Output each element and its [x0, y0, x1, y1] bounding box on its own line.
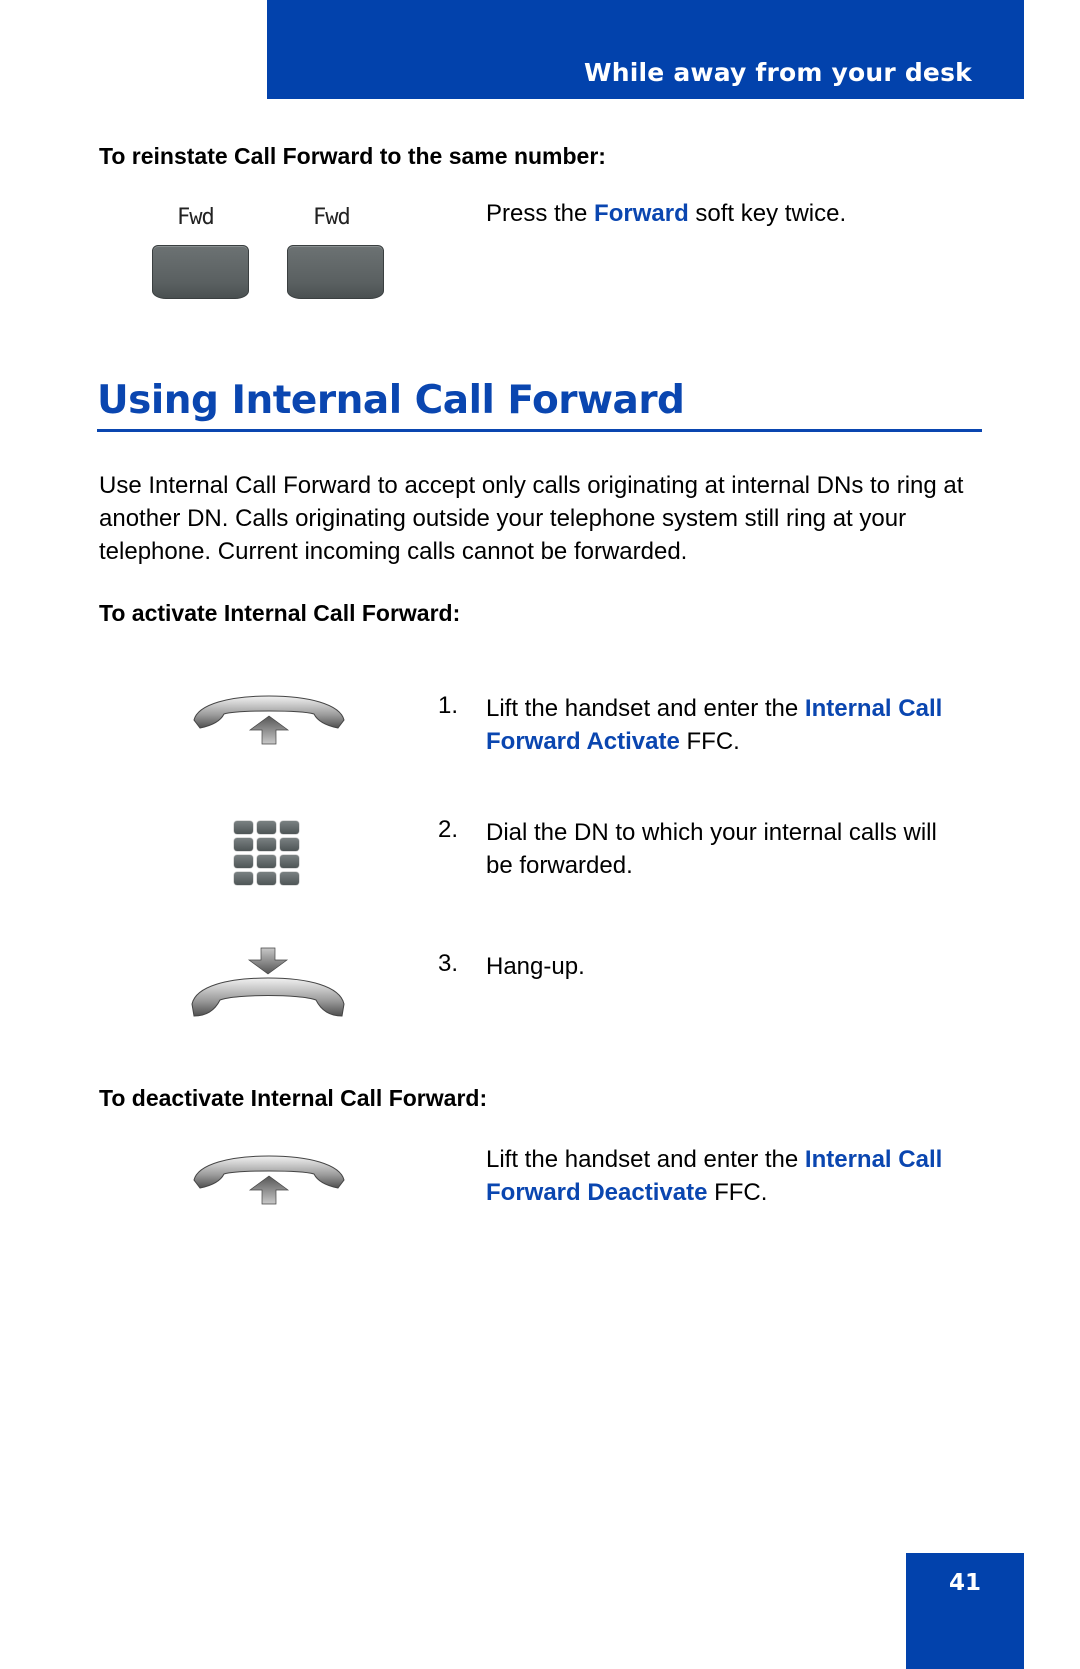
step-text: Dial the DN to which your internal calls…: [486, 819, 937, 879]
dialpad-icon: [234, 821, 299, 885]
section-title: While away from your desk: [583, 58, 972, 87]
step-number: 1.: [438, 692, 459, 719]
softkey-label: Fwd: [313, 205, 351, 230]
reinstate-instruction: Press the Forward soft key twice.: [486, 197, 846, 230]
handset-lift-icon: [193, 1155, 345, 1205]
deactivate-instruction: Lift the handset and enter the Internal …: [486, 1143, 956, 1209]
forward-softkey-icon: [287, 245, 384, 299]
reinstate-heading: To reinstate Call Forward to the same nu…: [99, 143, 606, 169]
page-number-box: 41: [906, 1553, 1024, 1669]
step-text: Lift the handset and enter the Internal …: [486, 692, 956, 758]
step-text-plain: FFC.: [707, 1179, 768, 1206]
intro-paragraph: Use Internal Call Forward to accept only…: [99, 472, 964, 565]
step-text-plain: Lift the handset and enter the: [486, 1146, 805, 1173]
page-number: 41: [948, 1570, 981, 1596]
step-text: Hang-up.: [486, 953, 585, 980]
deactivate-heading: To deactivate Internal Call Forward:: [99, 1085, 488, 1111]
step-text-plain: FFC.: [679, 728, 740, 755]
step-number: 2.: [438, 816, 459, 843]
instruction-text: Press the: [486, 200, 595, 227]
step-text-plain: Lift the handset and enter the: [486, 695, 805, 722]
handset-hangup-icon: [191, 947, 345, 1017]
page-title: Using Internal Call Forward: [97, 378, 685, 423]
header-banner: While away from your desk: [267, 0, 1024, 99]
instruction-text: soft key twice.: [688, 200, 847, 227]
title-rule: [97, 429, 982, 432]
softkey-label: Fwd: [177, 205, 215, 230]
handset-lift-icon: [193, 695, 345, 745]
key-name: Forward: [594, 200, 689, 227]
step-number: 3.: [438, 950, 459, 977]
forward-softkey-icon: [152, 245, 249, 299]
activate-heading: To activate Internal Call Forward:: [99, 600, 461, 626]
